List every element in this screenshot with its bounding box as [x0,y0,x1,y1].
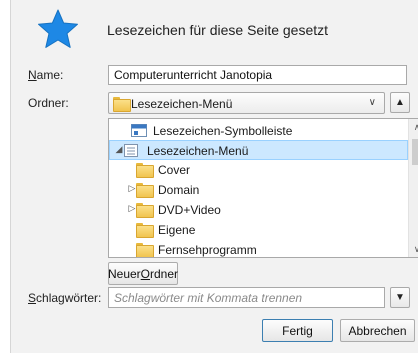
folder-icon [136,163,154,179]
tags-dropdown-button[interactable]: ▼ [390,287,410,308]
folder-icon [113,97,131,113]
collapse-tree-button[interactable]: ▲ [390,92,410,113]
done-button[interactable]: Fertig [262,319,333,342]
folder-icon [136,243,154,257]
tree-item-fernsehprogramm[interactable]: Fernsehprogramm [109,240,408,257]
new-folder-label-rest: rdner [150,266,179,281]
new-folder-accesskey: O [140,266,151,281]
chevron-down-icon: ∨ [368,97,376,108]
tree-item-bookmarks-menu[interactable]: ◢ Lesezeichen-Menü [109,140,408,160]
new-folder-button[interactable]: Neuer Ordner [108,262,178,285]
expanded-arrow-icon[interactable]: ◢ [114,144,124,155]
folder-icon [136,203,154,219]
tree-item-label: Cover [158,163,191,177]
dialog-title: Lesezeichen für diese Seite gesetzt [107,22,329,38]
tree-item-label: Fernsehprogramm [158,243,257,257]
folder-icon [136,223,154,239]
tree-item-label: Lesezeichen-Symbolleiste [153,124,293,138]
scroll-down-icon[interactable]: ∨ [409,241,418,257]
tree-scrollbar[interactable]: ∧ ∨ [408,119,418,257]
tags-input[interactable]: Schlagwörter mit Kommata trennen [108,287,385,308]
tree-item-toolbar[interactable]: Lesezeichen-Symbolleiste [109,121,408,141]
star-icon [37,8,79,50]
scroll-up-icon[interactable]: ∧ [409,119,418,135]
tree-item-dvd-video[interactable]: ▷ DVD+Video [109,200,408,220]
folder-label: Ordner: [28,96,69,110]
tree-item-domain[interactable]: ▷ Domain [109,180,408,200]
tree-item-label: Eigene [158,223,196,237]
tree-item-label: Lesezeichen-Menü [147,144,249,158]
folder-icon [136,183,154,199]
name-label: Name: [28,68,64,82]
tree-item-label: DVD+Video [158,203,221,217]
folder-select-value: Lesezeichen-Menü [131,97,233,111]
tree-item-cover[interactable]: Cover [109,160,408,180]
new-folder-label: Neuer [107,266,141,281]
toolbar-icon [131,124,147,140]
bookmark-dialog: Lesezeichen für diese Seite gesetzt Name… [10,0,418,353]
folder-tree[interactable]: Lesezeichen-Symbolleiste ◢ Lesezeichen-M… [108,118,418,258]
name-field[interactable]: Computerunterricht Janotopia [108,65,407,85]
tree-item-label: Domain [158,183,200,197]
cancel-button[interactable]: Abbrechen [340,319,415,342]
folder-select[interactable]: Lesezeichen-Menü ∨ [108,92,385,114]
tree-item-eigene[interactable]: Eigene [109,220,408,240]
menu-icon [124,144,138,160]
scrollbar-thumb[interactable] [412,139,418,165]
tags-label: Schlagwörter: [28,291,102,305]
